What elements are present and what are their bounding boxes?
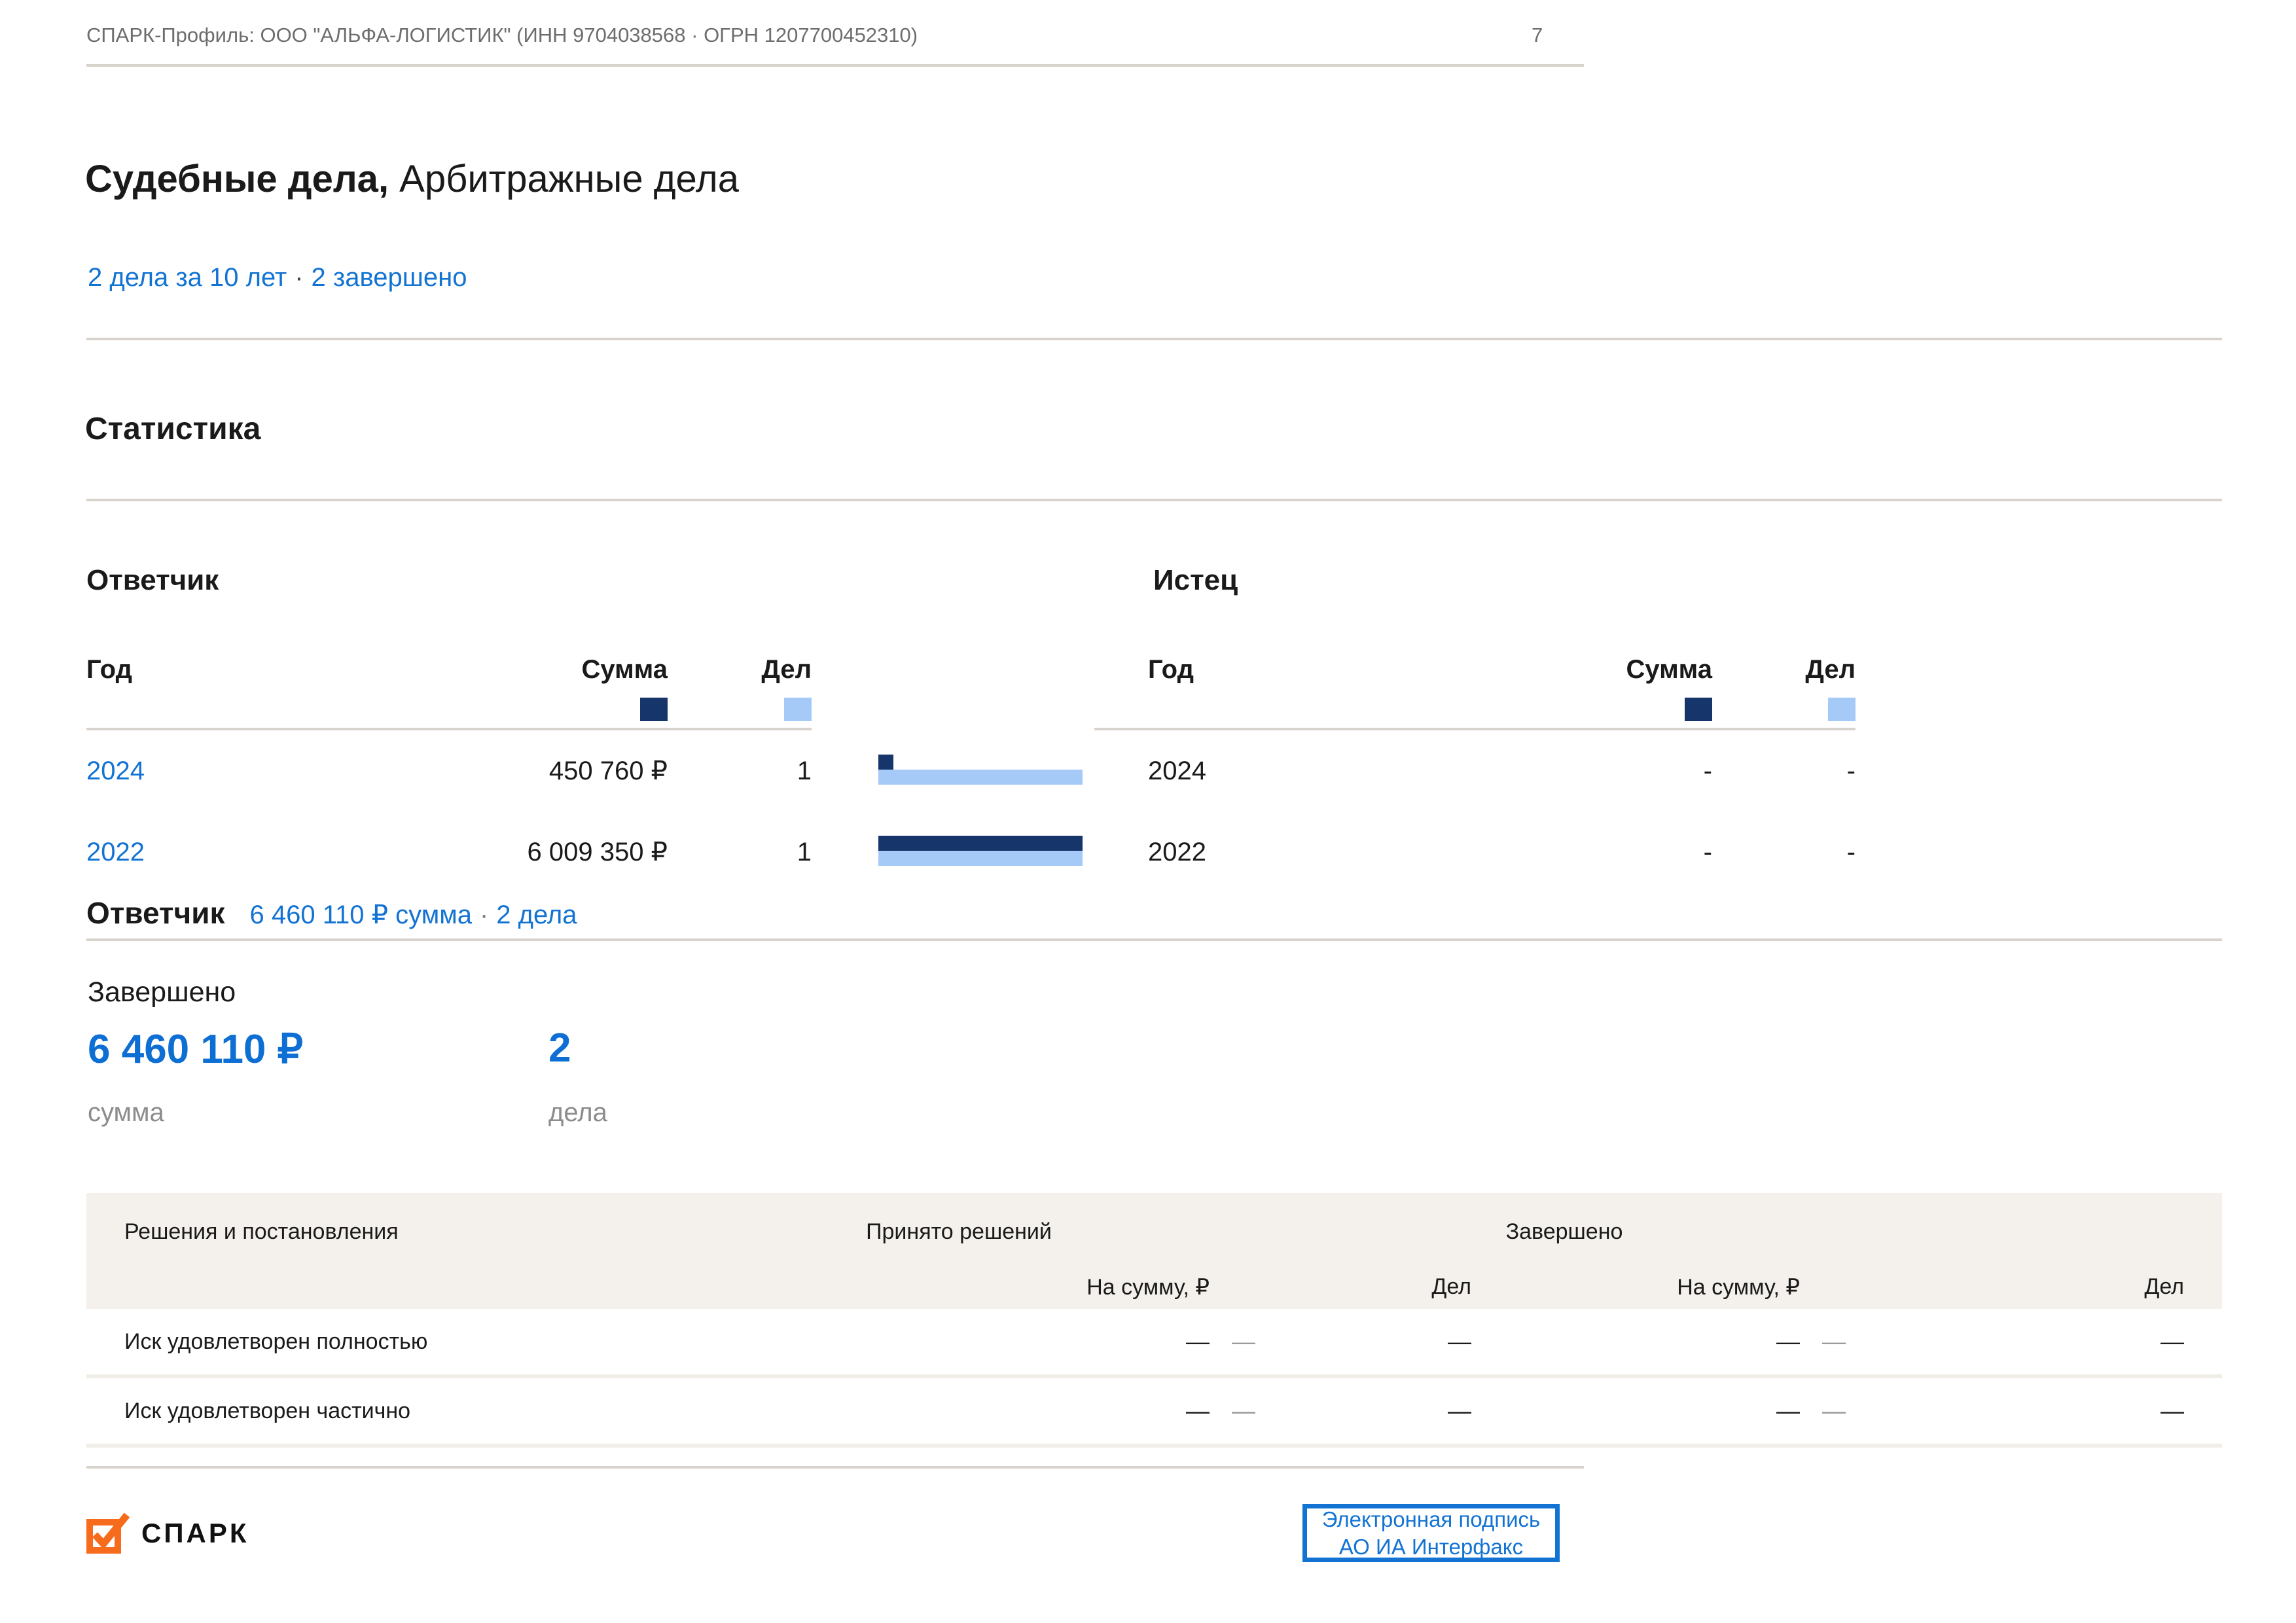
cases-value: 1: [668, 838, 812, 867]
col-year-label: Год: [1094, 654, 1549, 685]
footer-divider: [86, 1466, 1584, 1469]
completed-cases-dash: —: [1878, 1397, 2184, 1425]
table-row: 2022 6 009 350 ₽ 1: [86, 812, 812, 893]
page-title-sub: Арбитражные дела: [389, 158, 739, 200]
bar-row-2022: [878, 810, 1083, 891]
dot-separator: ·: [472, 901, 496, 930]
table-row: 2024 - -: [1094, 730, 1856, 812]
signature-line2: АО ИА Интерфакс: [1339, 1533, 1523, 1560]
completed-cases-value: 2: [548, 1025, 571, 1071]
defendant-bar-chart: [878, 729, 1083, 891]
summary-links: 2 дела за 10 лет·2 завершено: [88, 263, 467, 293]
cases-value: -: [1712, 838, 1856, 867]
cases-count-link[interactable]: 2 дела за 10 лет: [88, 263, 287, 292]
year-value: 2022: [1094, 838, 1549, 867]
table-row: 2022 - -: [1094, 812, 1856, 893]
sub-sum-label: На сумму, ₽: [1677, 1274, 1800, 1300]
statistics-heading: Статистика: [85, 411, 260, 447]
completed-cases-dash: —: [1878, 1328, 2184, 1355]
completed-sum-secondary-dash: —: [1800, 1397, 1878, 1425]
accepted-sum-dash: —: [872, 1328, 1210, 1355]
plaintiff-heading: Истец: [1153, 564, 1238, 597]
year-value: 2024: [1094, 757, 1549, 786]
cases-bar: [878, 851, 1083, 866]
sum-bar: [878, 755, 893, 770]
page-number: 7: [1532, 24, 1543, 47]
sum-bar: [878, 836, 1083, 851]
sum-value: -: [1549, 757, 1712, 786]
completed-sum-secondary-dash: —: [1800, 1328, 1878, 1355]
sub-cases-label: Дел: [1431, 1274, 1471, 1300]
accepted-cases-dash: —: [1288, 1328, 1471, 1355]
sub-cases-label: Дел: [2144, 1274, 2184, 1300]
col-sum-label: Сумма: [504, 654, 668, 685]
completed-sum-dash: —: [1471, 1328, 1800, 1355]
sum-value: -: [1549, 838, 1712, 867]
defendant-table: Год Сумма Дел 2024 450 760 ₽ 1 2022 6 00…: [86, 654, 812, 893]
defendant-heading: Ответчик: [86, 564, 219, 597]
header-divider: [86, 64, 1584, 67]
signature-line1: Электронная подпись: [1322, 1506, 1540, 1533]
completed-sum-value: 6 460 110 ₽: [88, 1025, 303, 1073]
accepted-cases-dash: —: [1288, 1397, 1471, 1425]
page-title-main: Судебные дела,: [85, 158, 389, 200]
year-link-2022[interactable]: 2022: [86, 838, 504, 867]
dot-separator: ·: [287, 263, 311, 292]
defendant-total-line: Ответчик 6 460 110 ₽ сумма · 2 дела: [86, 895, 577, 931]
completed-sum-caption: сумма: [88, 1098, 164, 1128]
table-row: Иск удовлетворен полностью — — — — — —: [86, 1309, 2222, 1378]
completed-cases-caption: дела: [548, 1098, 607, 1128]
completed-count-link[interactable]: 2 завершено: [312, 263, 467, 292]
completed-label: Завершено: [88, 976, 236, 1008]
col-sum-label: Сумма: [1549, 654, 1712, 685]
spark-profile-page: СПАРК-Профиль: ООО "АЛЬФА-ЛОГИСТИК" (ИНН…: [0, 0, 2296, 1623]
table-row: 2024 450 760 ₽ 1: [86, 730, 812, 812]
defendant-table-header: Год Сумма Дел: [86, 654, 812, 685]
sum-legend-swatch: [1685, 698, 1712, 721]
cases-bar: [878, 770, 1083, 785]
col-year-label: Год: [86, 654, 504, 685]
group-completed-label: Завершено: [1506, 1219, 1623, 1245]
decisions-table: Решения и постановления Принято решений …: [86, 1193, 2222, 1448]
section-divider: [86, 338, 2222, 340]
spark-checkbox-icon: [85, 1512, 132, 1555]
total-sum-link[interactable]: 6 460 110 ₽ сумма: [250, 900, 472, 930]
cases-value: -: [1712, 757, 1856, 786]
page-title: Судебные дела, Арбитражные дела: [85, 157, 739, 201]
year-link-2024[interactable]: 2024: [86, 757, 504, 786]
sub-sum-label: На сумму, ₽: [1086, 1274, 1210, 1300]
sum-legend-swatch: [640, 698, 668, 721]
col-cases-label: Дел: [668, 654, 812, 685]
statistics-divider: [86, 499, 2222, 501]
bar-row-2024: [878, 729, 1083, 810]
group-accepted-label: Принято решений: [866, 1219, 1052, 1245]
defendant-total-label: Ответчик: [86, 895, 225, 931]
decisions-label-col: Решения и постановления: [124, 1219, 399, 1245]
sum-value: 6 009 350 ₽: [504, 837, 668, 867]
cases-legend-swatch: [784, 698, 812, 721]
spark-logo-text: СПАРК: [141, 1518, 249, 1549]
col-cases-label: Дел: [1712, 654, 1856, 685]
accepted-sum-secondary-dash: —: [1210, 1328, 1288, 1355]
completed-sum-dash: —: [1471, 1397, 1800, 1425]
defendant-legend: [86, 698, 812, 721]
document-header: СПАРК-Профиль: ООО "АЛЬФА-ЛОГИСТИК" (ИНН…: [86, 24, 918, 47]
cases-legend-swatch: [1828, 698, 1856, 721]
total-cases-link[interactable]: 2 дела: [496, 901, 577, 930]
decision-row-label: Иск удовлетворен полностью: [86, 1329, 872, 1355]
cases-value: 1: [668, 757, 812, 786]
total-divider: [86, 938, 2222, 941]
electronic-signature-stamp: Электронная подпись АО ИА Интерфакс: [1302, 1504, 1560, 1562]
spark-logo: СПАРК: [85, 1512, 249, 1555]
accepted-sum-dash: —: [872, 1397, 1210, 1425]
table-row: Иск удовлетворен частично — — — — — —: [86, 1378, 2222, 1448]
decisions-table-header: Решения и постановления Принято решений …: [86, 1193, 2222, 1309]
decision-row-label: Иск удовлетворен частично: [86, 1399, 872, 1424]
sum-value: 450 760 ₽: [504, 756, 668, 786]
plaintiff-legend: [1094, 698, 1856, 721]
plaintiff-table: Год Сумма Дел 2024 - - 2022 - -: [1094, 654, 1856, 893]
plaintiff-table-header: Год Сумма Дел: [1094, 654, 1856, 685]
accepted-sum-secondary-dash: —: [1210, 1397, 1288, 1425]
